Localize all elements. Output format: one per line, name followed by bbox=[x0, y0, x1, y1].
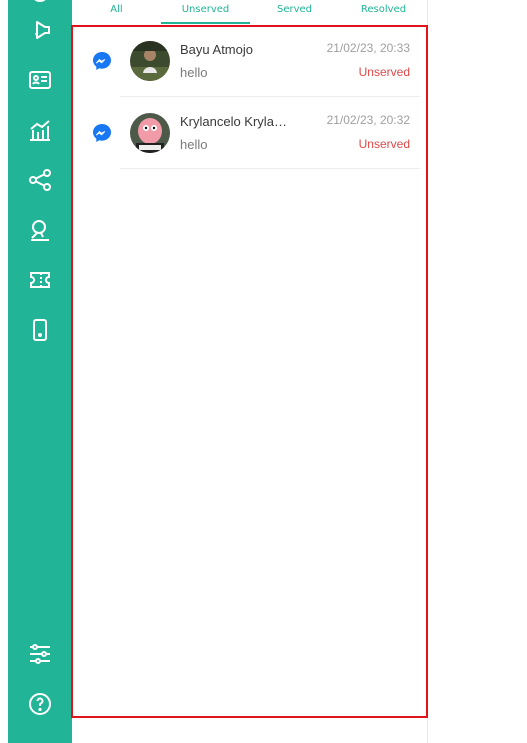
tab-served[interactable]: Served bbox=[250, 0, 339, 24]
ticket-icon[interactable] bbox=[28, 268, 52, 292]
tab-unserved[interactable]: Unserved bbox=[161, 0, 250, 24]
mobile-icon[interactable] bbox=[28, 318, 52, 342]
messenger-icon bbox=[92, 123, 112, 143]
agent-icon[interactable] bbox=[28, 218, 52, 242]
top-partial-icon[interactable] bbox=[30, 0, 50, 4]
status-label: Unserved bbox=[358, 137, 410, 151]
message-time: 21/02/23, 20:32 bbox=[326, 113, 410, 127]
help-icon[interactable] bbox=[28, 692, 52, 716]
tab-resolved[interactable]: Resolved bbox=[339, 0, 428, 24]
share-nodes-icon[interactable] bbox=[28, 168, 52, 192]
sidebar bbox=[8, 0, 72, 743]
divider bbox=[120, 168, 420, 169]
status-label: Unserved bbox=[358, 65, 410, 79]
message-preview: hello bbox=[180, 65, 208, 80]
message-preview: hello bbox=[180, 137, 208, 152]
status-tabs: All Unserved Served Resolved bbox=[72, 0, 428, 24]
message-time: 21/02/23, 20:33 bbox=[326, 41, 410, 55]
tab-all[interactable]: All bbox=[72, 0, 161, 24]
settings-sliders-icon[interactable] bbox=[28, 642, 52, 666]
conversation-item[interactable]: Krylancelo Krylancelo hello 21/02/23, 20… bbox=[74, 97, 420, 169]
messenger-icon bbox=[92, 51, 112, 71]
analytics-icon[interactable] bbox=[28, 118, 52, 142]
contact-name: Krylancelo Krylancelo bbox=[180, 114, 290, 129]
contact-name: Bayu Atmojo bbox=[180, 42, 253, 57]
avatar bbox=[130, 41, 170, 81]
conversation-item[interactable]: Bayu Atmojo hello 21/02/23, 20:33 Unserv… bbox=[74, 25, 420, 97]
megaphone-icon[interactable] bbox=[28, 18, 52, 42]
contact-card-icon[interactable] bbox=[28, 68, 52, 92]
avatar bbox=[130, 113, 170, 153]
